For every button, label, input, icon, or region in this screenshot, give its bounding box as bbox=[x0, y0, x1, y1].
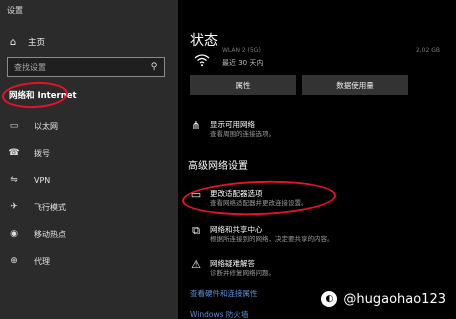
sidebar-item-label: VPN bbox=[34, 175, 51, 185]
sidebar-item-vpn[interactable]: ⇋ VPN bbox=[0, 170, 178, 190]
page-title: 状态 bbox=[190, 33, 218, 49]
hotspot-icon: ◉ bbox=[10, 229, 18, 239]
home-nav-item[interactable]: ⌂ 主页 bbox=[7, 35, 45, 49]
show-networks-title: 显示可用网络 bbox=[210, 120, 255, 129]
show-networks-link[interactable]: ⋔ 显示可用网络 查看周围的连接选项。 bbox=[190, 120, 275, 139]
period-label: 最近 30 天内 bbox=[222, 59, 264, 67]
ethernet-icon: ▭ bbox=[9, 121, 19, 131]
sidebar-item-airplane-mode[interactable]: ✈ 飞行模式 bbox=[0, 197, 178, 217]
sharing-center-title: 网络和共享中心 bbox=[210, 225, 263, 234]
wifi-icon bbox=[194, 53, 210, 71]
sidebar-item-label: 以太网 bbox=[34, 121, 58, 131]
vpn-icon: ⇋ bbox=[10, 175, 18, 185]
properties-button[interactable]: 属性 bbox=[190, 75, 296, 95]
sidebar-item-proxy[interactable]: ⊕ 代理 bbox=[0, 251, 178, 271]
network-sharing-icon: ⧉ bbox=[192, 224, 200, 237]
network-icon: ⋔ bbox=[191, 119, 201, 132]
home-label: 主页 bbox=[28, 38, 46, 48]
troubleshooter-desc: 诊断并修复网络问题。 bbox=[210, 269, 275, 277]
warning-icon: ⚠ bbox=[191, 258, 201, 271]
search-icon[interactable]: ⚲ bbox=[144, 62, 164, 72]
sidebar-item-ethernet[interactable]: ▭ 以太网 bbox=[0, 116, 178, 136]
sidebar-item-label: 飞行模式 bbox=[34, 202, 66, 212]
annotation-circle bbox=[1, 80, 69, 110]
sharing-center-desc: 根据所连接到的网络，决定要共享的内容。 bbox=[210, 235, 334, 243]
troubleshooter-title: 网络疑难解答 bbox=[210, 259, 255, 268]
data-used: 2.02 GB bbox=[415, 47, 440, 54]
search-input[interactable] bbox=[8, 58, 144, 76]
sharing-center-link[interactable]: ⧉ 网络和共享中心 根据所连接到的网络，决定要共享的内容。 bbox=[190, 224, 334, 244]
show-networks-desc: 查看周围的连接选项。 bbox=[210, 130, 275, 138]
sidebar-item-label: 代理 bbox=[34, 256, 50, 266]
home-icon: ⌂ bbox=[9, 36, 17, 48]
airplane-icon: ✈ bbox=[10, 202, 18, 212]
watermark-text: @hugaohao123 bbox=[343, 291, 446, 307]
watermark: ◐ @hugaohao123 bbox=[321, 291, 446, 307]
network-name: WLAN 2 (5G) bbox=[222, 47, 261, 54]
sidebar-item-label: 拨号 bbox=[34, 148, 50, 158]
user-icon: ◐ bbox=[321, 291, 338, 307]
sidebar: 设置 ⌂ 主页 ⚲ 网络和 Internet ▭ 以太网 ☎ 拨号 ⇋ VPN … bbox=[0, 0, 178, 319]
firewall-link[interactable]: Windows 防火墙 bbox=[190, 309, 248, 319]
hardware-properties-link[interactable]: 查看硬件和连接属性 bbox=[190, 288, 258, 299]
data-usage-button[interactable]: 数据使用量 bbox=[302, 75, 408, 95]
search-box[interactable]: ⚲ bbox=[7, 57, 165, 77]
main-panel: 状态 WLAN 2 (5G) 2.02 GB 最近 30 天内 属性 数据使用量… bbox=[178, 0, 456, 319]
window-title: 设置 bbox=[7, 6, 23, 15]
advanced-heading: 高级网络设置 bbox=[188, 161, 248, 172]
annotation-circle bbox=[181, 178, 337, 218]
troubleshooter-link[interactable]: ⚠ 网络疑难解答 诊断并修复网络问题。 bbox=[190, 259, 275, 278]
sidebar-item-dialup[interactable]: ☎ 拨号 bbox=[0, 143, 178, 163]
globe-icon: ⊕ bbox=[10, 256, 18, 266]
sidebar-item-mobile-hotspot[interactable]: ◉ 移动热点 bbox=[0, 224, 178, 244]
sidebar-item-label: 移动热点 bbox=[34, 229, 66, 239]
dialup-icon: ☎ bbox=[8, 148, 20, 158]
